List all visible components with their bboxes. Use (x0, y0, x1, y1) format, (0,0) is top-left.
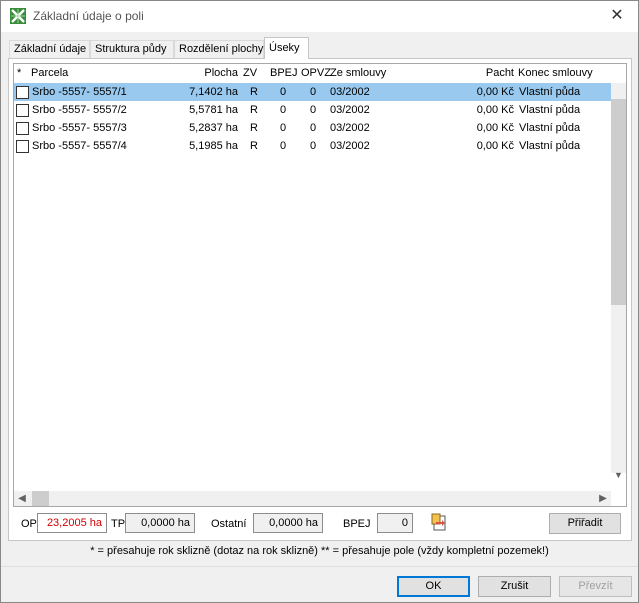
bpej-label: BPEJ (343, 518, 371, 530)
tab-rozdeleni-plochy[interactable]: Rozdělení plochy (174, 40, 264, 59)
vertical-scrollbar[interactable]: ▼ (611, 83, 626, 480)
paste-document-icon[interactable] (430, 513, 448, 531)
cell-zv: R (250, 104, 258, 116)
cell-zv: R (250, 140, 258, 152)
header-bpej[interactable]: BPEJ (270, 67, 298, 79)
op-value: 23,2005 ha (37, 513, 107, 533)
summary-bar: OP 23,2005 ha TP 0,0000 ha Ostatní 0,000… (9, 511, 631, 535)
header-parcela[interactable]: Parcela (31, 67, 68, 79)
cell-plocha: 5,1985 ha (189, 140, 238, 152)
op-label: OP (21, 518, 37, 530)
list-header: * Parcela Plocha ZV BPEJ OPVZ Ze smlouvy… (14, 64, 626, 83)
cell-konec-smlouvy: Vlastní půda (519, 122, 581, 134)
cell-opvz: 0 (310, 140, 317, 152)
ostatni-label: Ostatní (211, 518, 247, 530)
cell-bpej: 0 (280, 122, 287, 134)
footnote: * = přesahuje rok sklizně (dotaz na rok … (90, 545, 549, 557)
useky-panel: * Parcela Plocha ZV BPEJ OPVZ Ze smlouvy… (8, 58, 632, 541)
cell-plocha: 7,1402 ha (189, 86, 238, 98)
horizontal-scroll-thumb[interactable] (32, 491, 49, 506)
header-star[interactable]: * (17, 67, 21, 79)
table-row[interactable]: Srbo -5557- 5557/1 7,1402 ha R 0 0 03/20… (14, 83, 611, 101)
cell-bpej: 0 (280, 140, 287, 152)
scroll-right-icon[interactable]: ▶ (595, 491, 611, 506)
header-konec-smlouvy[interactable]: Konec smlouvy (518, 67, 593, 79)
cell-pacht: 0,00 Kč (476, 104, 514, 116)
ok-button[interactable]: OK (397, 576, 470, 597)
cell-pacht: 0,00 Kč (476, 140, 514, 152)
cell-plocha: 5,2837 ha (189, 122, 238, 134)
tab-zakladni-udaje[interactable]: Základní údaje (9, 40, 90, 59)
header-opvz[interactable]: OPVZ (301, 67, 331, 79)
ostatni-value: 0,0000 ha (253, 513, 323, 533)
dialog-window: Základní údaje o poli ✕ Základní údaje S… (0, 0, 639, 603)
table-row[interactable]: Srbo -5557- 5557/3 5,2837 ha R 0 0 03/20… (14, 119, 611, 137)
cell-pacht: 0,00 Kč (476, 122, 514, 134)
cell-zv: R (250, 122, 258, 134)
cell-bpej: 0 (280, 86, 287, 98)
cell-opvz: 0 (310, 86, 317, 98)
cell-parcela: Srbo -5557- 5557/4 (32, 140, 127, 152)
table-row[interactable]: Srbo -5557- 5557/4 5,1985 ha R 0 0 03/20… (14, 137, 611, 155)
cell-konec-smlouvy: Vlastní půda (519, 86, 581, 98)
button-bar: OK Zrušit Převzít (1, 566, 638, 602)
cell-konec-smlouvy: Vlastní půda (519, 104, 581, 116)
row-checkbox[interactable] (16, 86, 29, 99)
scroll-left-icon[interactable]: ◀ (14, 491, 30, 506)
cancel-button[interactable]: Zrušit (478, 576, 551, 597)
cell-ze-smlouvy: 03/2002 (330, 86, 370, 98)
header-pacht[interactable]: Pacht (454, 67, 514, 79)
tp-label: TP (111, 518, 126, 530)
row-checkbox[interactable] (16, 104, 29, 117)
cell-konec-smlouvy: Vlastní půda (519, 140, 581, 152)
assign-button[interactable]: Přiřadit (549, 513, 621, 534)
tab-struktura-pudy[interactable]: Struktura půdy (90, 40, 174, 59)
row-checkbox[interactable] (16, 122, 29, 135)
scroll-down-icon[interactable]: ▼ (611, 467, 626, 483)
cell-opvz: 0 (310, 122, 317, 134)
title-bar[interactable]: Základní údaje o poli ✕ (1, 1, 638, 32)
close-button[interactable]: ✕ (602, 5, 632, 27)
cell-opvz: 0 (310, 104, 317, 116)
cell-parcela: Srbo -5557- 5557/1 (32, 86, 127, 98)
tab-useky[interactable]: Úseky (264, 37, 309, 59)
excel-grid-icon (10, 8, 26, 24)
cell-bpej: 0 (280, 104, 287, 116)
cell-ze-smlouvy: 03/2002 (330, 122, 370, 134)
header-ze-smlouvy[interactable]: Ze smlouvy (330, 67, 386, 79)
cell-ze-smlouvy: 03/2002 (330, 104, 370, 116)
cell-plocha: 5,5781 ha (189, 104, 238, 116)
cell-pacht: 0,00 Kč (476, 86, 514, 98)
cell-parcela: Srbo -5557- 5557/3 (32, 122, 127, 134)
cell-zv: R (250, 86, 258, 98)
bpej-value: 0 (377, 513, 413, 533)
header-plocha[interactable]: Plocha (174, 67, 238, 79)
cell-ze-smlouvy: 03/2002 (330, 140, 370, 152)
parcel-list[interactable]: * Parcela Plocha ZV BPEJ OPVZ Ze smlouvy… (13, 63, 627, 507)
cell-parcela: Srbo -5557- 5557/2 (32, 104, 127, 116)
window-title: Základní údaje o poli (33, 9, 144, 23)
row-checkbox[interactable] (16, 140, 29, 153)
header-zv[interactable]: ZV (243, 67, 257, 79)
vertical-scroll-thumb[interactable] (611, 99, 626, 305)
close-icon: ✕ (610, 7, 624, 24)
table-row[interactable]: Srbo -5557- 5557/2 5,5781 ha R 0 0 03/20… (14, 101, 611, 119)
transfer-button[interactable]: Převzít (559, 576, 632, 597)
tp-value: 0,0000 ha (125, 513, 195, 533)
horizontal-scrollbar[interactable]: ◀ ▶ (14, 491, 611, 506)
